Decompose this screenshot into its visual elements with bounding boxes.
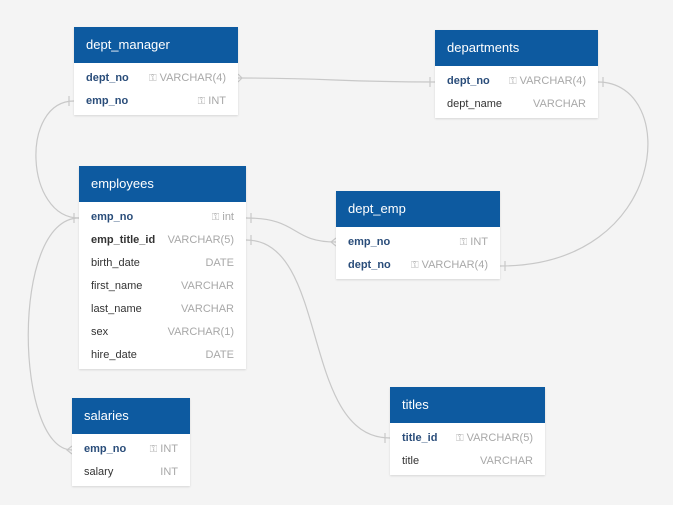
link-dept-manager-departments <box>237 77 436 83</box>
column-name: emp_no <box>86 95 129 107</box>
column-row[interactable]: emp_no ⚿ int <box>79 206 246 229</box>
column-type: VARCHAR <box>480 455 533 467</box>
table-salaries[interactable]: salaries emp_no ⚿ INT salary INT <box>72 398 190 486</box>
table-title[interactable]: salaries <box>72 398 190 434</box>
column-type: INT <box>160 466 178 478</box>
column-name: birth_date <box>91 257 140 269</box>
column-name: dept_no <box>447 75 490 87</box>
column-name: dept_no <box>86 72 129 84</box>
column-type: INT <box>160 443 178 455</box>
column-row[interactable]: birth_date DATE <box>79 252 246 275</box>
column-name: last_name <box>91 303 142 315</box>
table-title[interactable]: employees <box>79 166 246 202</box>
column-row[interactable]: emp_no ⚿ INT <box>336 231 500 254</box>
column-name: title <box>402 455 420 467</box>
key-icon: ⚿ <box>197 96 206 107</box>
column-row[interactable]: title VARCHAR <box>390 450 545 473</box>
column-type: INT <box>470 236 488 248</box>
column-type: VARCHAR(4) <box>159 72 226 84</box>
key-icon: ⚿ <box>149 444 158 455</box>
column-row[interactable]: emp_no ⚿ INT <box>74 90 238 113</box>
column-type: VARCHAR(5) <box>167 234 234 246</box>
key-icon: ⚿ <box>455 433 464 444</box>
column-name: title_id <box>402 432 438 444</box>
column-row[interactable]: emp_no ⚿ INT <box>72 438 190 461</box>
column-row[interactable]: last_name VARCHAR <box>79 298 246 321</box>
column-name: first_name <box>91 280 143 292</box>
column-name: emp_title_id <box>91 234 156 246</box>
column-row[interactable]: title_id ⚿ VARCHAR(5) <box>390 427 545 450</box>
key-icon: ⚿ <box>508 76 517 87</box>
column-type: VARCHAR <box>181 303 234 315</box>
column-name: dept_name <box>447 98 503 110</box>
column-type: INT <box>208 95 226 107</box>
column-name: emp_no <box>91 211 134 223</box>
column-row[interactable]: dept_name VARCHAR <box>435 93 598 116</box>
column-row[interactable]: dept_no ⚿ VARCHAR(4) <box>435 70 598 93</box>
column-name: hire_date <box>91 349 137 361</box>
table-dept-emp[interactable]: dept_emp emp_no ⚿ INT dept_no ⚿ VARCHAR(4) <box>336 191 500 279</box>
table-departments[interactable]: departments dept_no ⚿ VARCHAR(4) dept_nam… <box>435 30 598 118</box>
column-name: emp_no <box>84 443 127 455</box>
key-icon: ⚿ <box>410 260 419 271</box>
column-type: VARCHAR(4) <box>421 259 488 271</box>
key-icon: ⚿ <box>211 212 220 223</box>
column-type: VARCHAR(5) <box>466 432 533 444</box>
table-title[interactable]: titles <box>390 387 545 423</box>
column-row[interactable]: emp_title_id VARCHAR(5) <box>79 229 246 252</box>
column-type: VARCHAR(1) <box>167 326 234 338</box>
column-name: emp_no <box>348 236 391 248</box>
column-type: int <box>222 211 234 223</box>
column-row[interactable]: sex VARCHAR(1) <box>79 321 246 344</box>
column-type: DATE <box>205 257 234 269</box>
table-title[interactable]: departments <box>435 30 598 66</box>
link-dept-manager-employees <box>35 100 80 219</box>
column-type: VARCHAR <box>181 280 234 292</box>
column-row[interactable]: salary INT <box>72 461 190 484</box>
column-name: sex <box>91 326 109 338</box>
column-row[interactable]: hire_date DATE <box>79 344 246 367</box>
column-type: VARCHAR <box>533 98 586 110</box>
column-name: dept_no <box>348 259 391 271</box>
column-type: DATE <box>205 349 234 361</box>
column-name: salary <box>84 466 114 478</box>
key-icon: ⚿ <box>148 73 157 84</box>
table-employees[interactable]: employees emp_no ⚿ int emp_title_id VARCH… <box>79 166 246 369</box>
column-row[interactable]: dept_no ⚿ VARCHAR(4) <box>336 254 500 277</box>
key-icon: ⚿ <box>459 237 468 248</box>
column-row[interactable]: first_name VARCHAR <box>79 275 246 298</box>
column-type: VARCHAR(4) <box>519 75 586 87</box>
table-titles[interactable]: titles title_id ⚿ VARCHAR(5) title VARCHA… <box>390 387 545 475</box>
column-row[interactable]: dept_no ⚿ VARCHAR(4) <box>74 67 238 90</box>
table-dept-manager[interactable]: dept_manager dept_no ⚿ VARCHAR(4) emp_no … <box>74 27 238 115</box>
link-employees-dept-emp <box>245 217 337 243</box>
table-title[interactable]: dept_manager <box>74 27 238 63</box>
erd-canvas: dept_manager dept_no ⚿ VARCHAR(4) emp_no … <box>0 0 673 505</box>
table-title[interactable]: dept_emp <box>336 191 500 227</box>
